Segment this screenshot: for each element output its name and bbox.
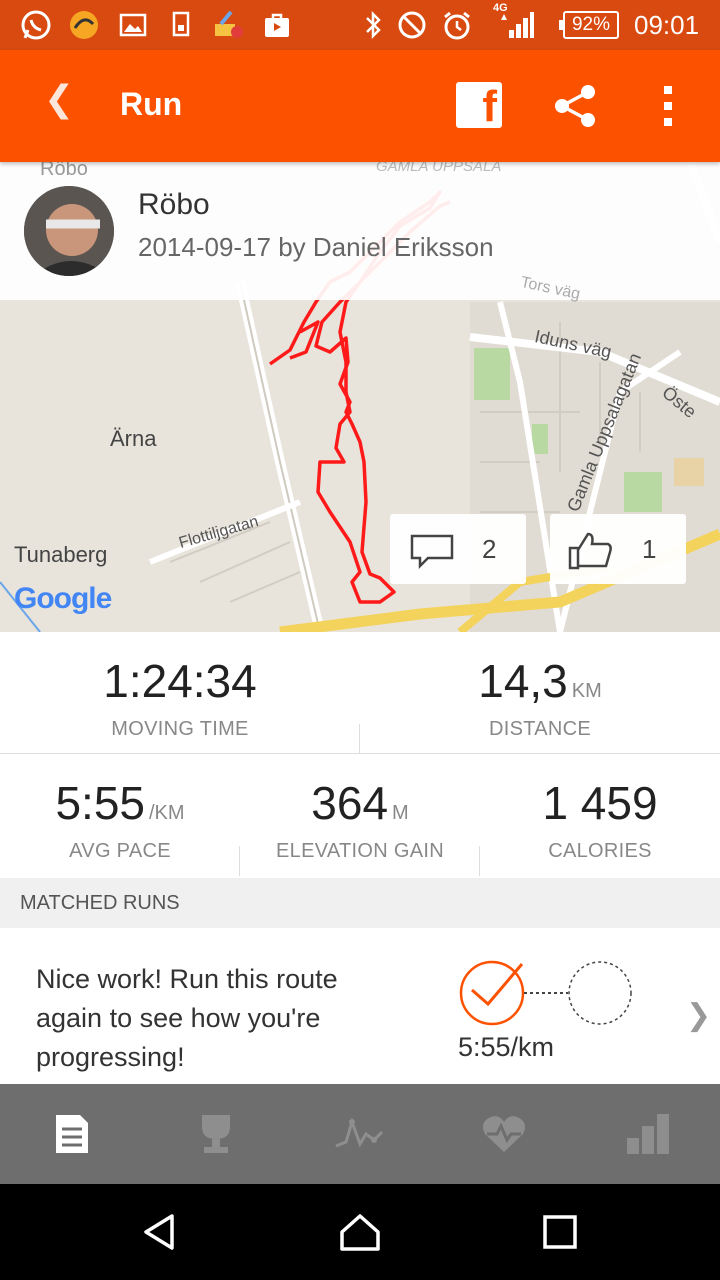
activity-meta: 2014-09-17 by Daniel Eriksson (138, 232, 494, 262)
calories-value: 1 459 (542, 777, 658, 829)
tab-challenges[interactable] (144, 1084, 288, 1184)
map-attribution: Google (14, 582, 112, 615)
matched-runs-message: Nice work! Run this route again to see h… (36, 964, 338, 1072)
comments-count: 2 (482, 534, 497, 564)
play-store-icon (262, 8, 292, 42)
elevation-unit: M (392, 802, 409, 824)
more-vert-icon[interactable] (660, 84, 676, 128)
battery-indicator: 92% (559, 11, 619, 39)
calories-label: CALORIES (548, 840, 652, 862)
section-title: MATCHED RUNS (20, 892, 180, 914)
signal-icon (496, 8, 536, 42)
route-map[interactable]: Röbo 2014-09-17 by Daniel Eriksson Röbo … (0, 162, 720, 632)
back-triangle-icon[interactable] (130, 1202, 190, 1262)
bluetooth-icon (360, 8, 386, 42)
stat-calories: 1 459 CALORIES (480, 776, 720, 863)
stat-distance: 14,3 KM DISTANCE (360, 654, 720, 741)
whatsapp-icon (18, 8, 54, 42)
elevation-value: 364 (311, 777, 389, 829)
app-bar: ❮ Run f (0, 50, 720, 162)
tab-feed[interactable] (0, 1084, 144, 1184)
activity-graph-icon (335, 1117, 384, 1148)
divider (479, 846, 480, 876)
chevron-left-icon[interactable]: ❮ (44, 78, 74, 120)
avg-pace-value: 5:55 (55, 777, 145, 829)
feed-icon (56, 1115, 88, 1153)
bottom-tab-bar (0, 1084, 720, 1184)
status-bar: 4G 92% 09:01 (0, 0, 720, 50)
distance-label: DISTANCE (488, 718, 592, 740)
avg-pace-label: AVG PACE (69, 840, 171, 862)
matched-runs-card[interactable]: Nice work! Run this route again to see h… (0, 928, 720, 1084)
do-not-disturb-icon (396, 8, 428, 42)
bar-chart-icon (627, 1114, 669, 1154)
facebook-icon[interactable]: f (456, 82, 502, 131)
stat-avg-pace: 5:55/KM AVG PACE (0, 776, 240, 863)
stats-panel: 1:24:34 MOVING TIME 14,3 KM DISTANCE 5:55… (0, 632, 720, 878)
matched-runs-pace: 5:55/km (458, 1032, 555, 1062)
distance-unit: KM (571, 680, 602, 702)
place-label: GAMLA UPPSALA (376, 162, 502, 175)
app-notification-icon (66, 8, 102, 42)
kudos-count: 1 (642, 534, 657, 564)
google-logo: Google (14, 582, 112, 616)
elevation-label: ELEVATION GAIN (276, 840, 444, 862)
device-icon (168, 8, 194, 42)
image-icon (118, 8, 148, 42)
place-label: Röbo (40, 162, 88, 180)
comments-button[interactable]: 2 (390, 514, 526, 584)
place-label: Tunaberg (14, 542, 108, 567)
tab-stats[interactable] (576, 1084, 720, 1184)
share-icon[interactable] (550, 82, 600, 130)
cleaner-icon (210, 8, 246, 42)
matched-runs-header: MATCHED RUNS (0, 878, 720, 928)
heart-icon (483, 1116, 525, 1152)
activity-header[interactable]: Röbo 2014-09-17 by Daniel Eriksson (0, 162, 720, 300)
divider (239, 846, 240, 876)
chevron-right-icon[interactable]: ❯ (686, 998, 711, 1033)
divider (359, 724, 360, 754)
stat-elevation-gain: 364 M ELEVATION GAIN (240, 776, 480, 863)
trophy-icon (202, 1115, 230, 1153)
tab-training[interactable] (288, 1084, 432, 1184)
facebook-glyph: f (482, 82, 497, 131)
place-label: Ärna (110, 426, 157, 451)
comment-icon (410, 534, 454, 570)
avatar[interactable] (24, 186, 114, 276)
matched-progress-icon (459, 960, 632, 1026)
divider (0, 753, 720, 754)
stat-moving-time: 1:24:34 MOVING TIME (0, 654, 360, 741)
system-nav-bar (0, 1184, 720, 1280)
distance-value: 14,3 (478, 655, 568, 707)
activity-name: Röbo (138, 188, 210, 221)
moving-time-label: MOVING TIME (111, 718, 249, 740)
clock: 09:01 (634, 10, 700, 40)
moving-time-value: 1:24:34 (103, 655, 257, 707)
home-icon[interactable] (330, 1202, 390, 1262)
recents-icon[interactable] (530, 1202, 590, 1262)
alarm-icon (440, 8, 474, 42)
kudos-button[interactable]: 1 (550, 514, 686, 584)
page-title: Run (120, 86, 183, 122)
thumbs-up-icon (568, 532, 612, 570)
tab-health[interactable] (432, 1084, 576, 1184)
avg-pace-unit: /KM (148, 802, 185, 824)
